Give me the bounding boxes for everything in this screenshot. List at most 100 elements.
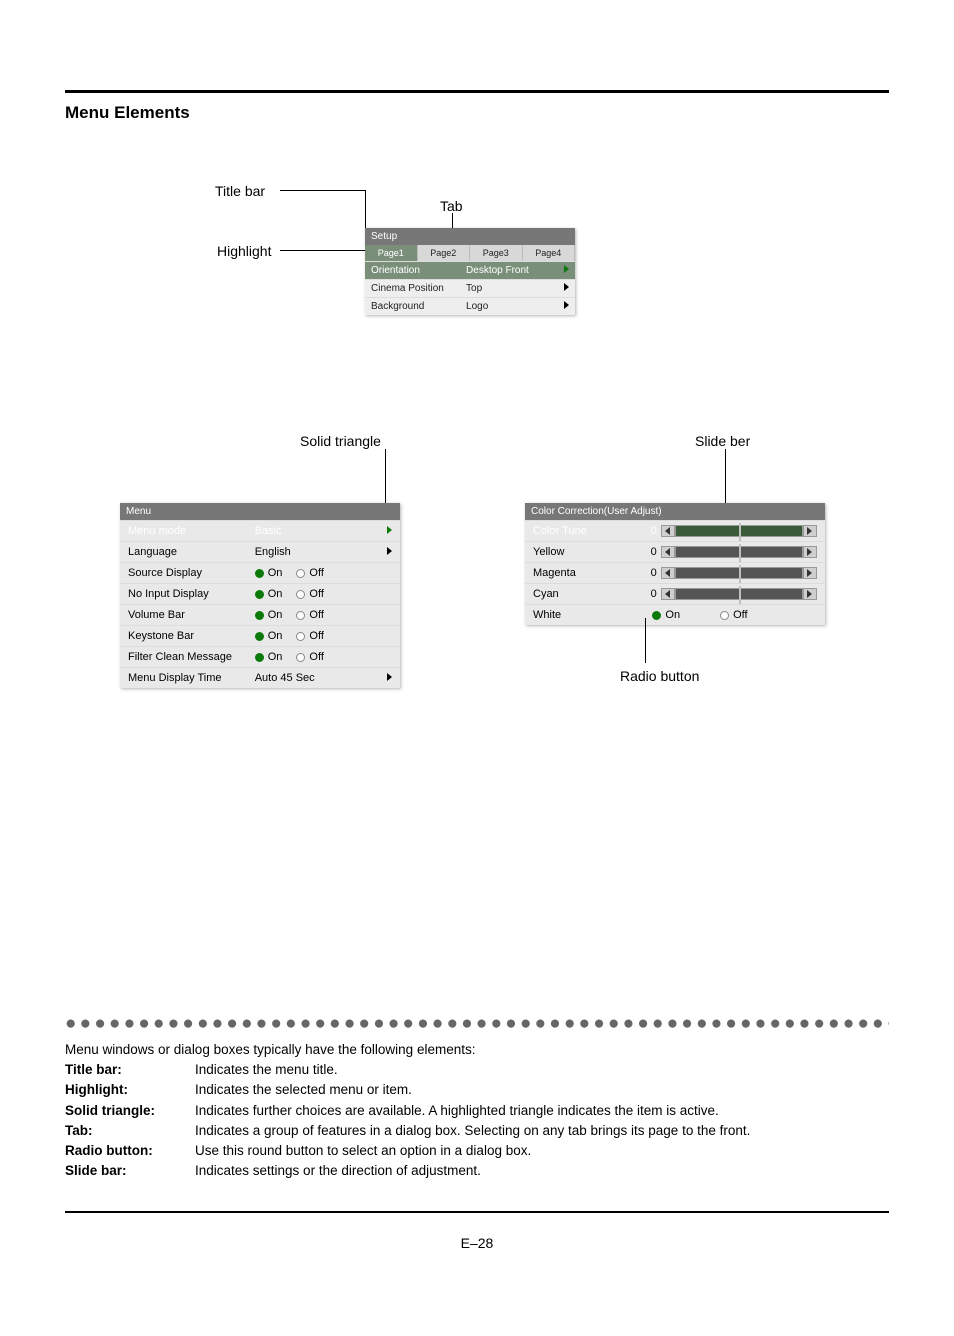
setup-row-orientation[interactable]: Orientation Desktop Front: [365, 261, 575, 279]
triangle-icon: [371, 546, 392, 558]
radio-off[interactable]: Off: [296, 651, 323, 663]
menu-diagrams: Solid triangle Slide ber Menu Menu mode …: [65, 433, 889, 793]
setup-row-value: Desktop Front: [466, 265, 545, 276]
cc-row-color-tune[interactable]: Color Tune 0: [525, 520, 825, 541]
menu-row-label: Volume Bar: [128, 609, 255, 621]
label-slide-bar: Slide ber: [695, 433, 750, 449]
tab-page1[interactable]: Page1: [365, 245, 418, 261]
cc-row-label: Color Tune: [533, 525, 632, 537]
menu-row-value: English: [255, 546, 371, 558]
cc-row-value: 0: [632, 525, 660, 537]
radio-off[interactable]: Off: [296, 588, 323, 600]
slider-left-icon[interactable]: [661, 567, 675, 579]
cc-row-white[interactable]: White On Off: [525, 604, 825, 625]
slider-left-icon[interactable]: [661, 546, 675, 558]
tab-page2[interactable]: Page2: [418, 245, 471, 261]
cc-row-magenta[interactable]: Magenta 0: [525, 562, 825, 583]
desc-intro: Menu windows or dialog boxes typically h…: [65, 1041, 889, 1059]
label-title-bar: Title bar: [215, 183, 265, 199]
cc-row-label: Yellow: [533, 546, 632, 558]
menu-box: Menu Menu mode Basic Language English So…: [120, 503, 400, 688]
radio-on[interactable]: On: [255, 588, 283, 600]
radio-off[interactable]: Off: [296, 567, 323, 579]
page-number: E–28: [65, 1235, 889, 1251]
slider-left-icon[interactable]: [661, 525, 675, 537]
setup-row-label: Orientation: [371, 265, 466, 276]
slider-right-icon[interactable]: [803, 525, 817, 537]
slider[interactable]: [661, 588, 817, 600]
menu-row-onoff: On Off: [255, 588, 371, 600]
triangle-icon: [545, 283, 569, 294]
desc-term: Slide bar:: [65, 1162, 195, 1180]
tab-page4[interactable]: Page4: [523, 245, 576, 261]
menu-row-label: Source Display: [128, 567, 255, 579]
cc-titlebar: Color Correction(User Adjust): [525, 503, 825, 520]
cc-row-value: 0: [632, 588, 660, 600]
tab-page3[interactable]: Page3: [470, 245, 523, 261]
slider-right-icon[interactable]: [803, 567, 817, 579]
cc-row-yellow[interactable]: Yellow 0: [525, 541, 825, 562]
radio-on[interactable]: On: [255, 651, 283, 663]
menu-row-label: No Input Display: [128, 588, 255, 600]
menu-row-menu-display-time[interactable]: Menu Display Time Auto 45 Sec: [120, 667, 400, 688]
cc-row-label: Magenta: [533, 567, 632, 579]
menu-row-keystone-bar[interactable]: Keystone Bar On Off: [120, 625, 400, 646]
menu-row-onoff: On Off: [255, 567, 371, 579]
top-rule: [65, 90, 889, 93]
label-solid-triangle: Solid triangle: [300, 433, 381, 449]
menu-row-onoff: On Off: [255, 609, 371, 621]
setup-row-value: Top: [466, 283, 545, 294]
radio-on[interactable]: On: [255, 630, 283, 642]
section-title: Menu Elements: [65, 103, 889, 123]
menu-row-label: Language: [128, 546, 255, 558]
menu-row-label: Keystone Bar: [128, 630, 255, 642]
triangle-icon: [371, 672, 392, 684]
setup-row-label: Background: [371, 301, 466, 312]
triangle-icon: [545, 265, 569, 276]
color-correction-box: Color Correction(User Adjust) Color Tune…: [525, 503, 825, 625]
radio-off[interactable]: Off: [296, 609, 323, 621]
desc-term: Solid triangle:: [65, 1102, 195, 1120]
slider-left-icon[interactable]: [661, 588, 675, 600]
cc-row-cyan[interactable]: Cyan 0: [525, 583, 825, 604]
setup-box: Setup Page1 Page2 Page3 Page4 Orientatio…: [365, 228, 575, 315]
cc-row-label: Cyan: [533, 588, 632, 600]
slider-right-icon[interactable]: [803, 546, 817, 558]
desc-def: Indicates further choices are available.…: [195, 1102, 889, 1120]
radio-off[interactable]: Off: [296, 630, 323, 642]
setup-row-background[interactable]: Background Logo: [365, 297, 575, 315]
menu-row-value: Auto 45 Sec: [255, 672, 371, 684]
radio-off[interactable]: Off: [720, 609, 747, 621]
slider[interactable]: [661, 525, 817, 537]
radio-on[interactable]: On: [652, 609, 680, 621]
menu-titlebar: Menu: [120, 503, 400, 520]
desc-def: Indicates the menu title.: [195, 1061, 889, 1079]
menu-row-onoff: On Off: [255, 630, 371, 642]
menu-row-source-display[interactable]: Source Display On Off: [120, 562, 400, 583]
menu-row-filter-clean-message[interactable]: Filter Clean Message On Off: [120, 646, 400, 667]
desc-term: Tab:: [65, 1122, 195, 1140]
desc-def: Indicates the selected menu or item.: [195, 1081, 889, 1099]
setup-tabs: Page1 Page2 Page3 Page4: [365, 245, 575, 261]
menu-row-volume-bar[interactable]: Volume Bar On Off: [120, 604, 400, 625]
desc-def: Indicates a group of features in a dialo…: [195, 1122, 889, 1140]
setup-row-label: Cinema Position: [371, 283, 466, 294]
triangle-icon: [545, 301, 569, 312]
triangle-icon: [371, 525, 392, 537]
slider[interactable]: [661, 546, 817, 558]
radio-on[interactable]: On: [255, 567, 283, 579]
menu-row-onoff: On Off: [255, 651, 371, 663]
setup-row-cinema-position[interactable]: Cinema Position Top: [365, 279, 575, 297]
menu-row-no-input-display[interactable]: No Input Display On Off: [120, 583, 400, 604]
slider[interactable]: [661, 567, 817, 579]
cc-row-label: White: [533, 609, 632, 621]
radio-on[interactable]: On: [255, 609, 283, 621]
menu-row-label: Menu Display Time: [128, 672, 255, 684]
setup-titlebar: Setup: [365, 228, 575, 245]
cc-row-value: 0: [632, 567, 660, 579]
menu-row-menu-mode[interactable]: Menu mode Basic: [120, 520, 400, 541]
slider-right-icon[interactable]: [803, 588, 817, 600]
menu-row-label: Menu mode: [128, 525, 255, 537]
menu-row-language[interactable]: Language English: [120, 541, 400, 562]
label-highlight: Highlight: [217, 243, 271, 259]
